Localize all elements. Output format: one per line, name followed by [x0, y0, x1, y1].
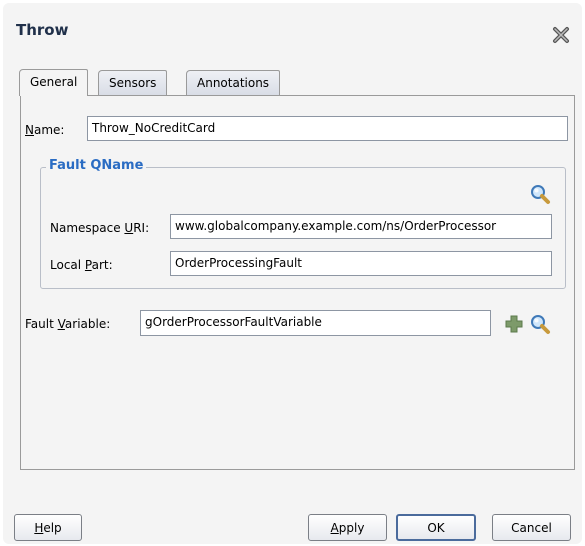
name-label: Name: [25, 123, 65, 137]
help-button[interactable]: Help [14, 514, 82, 541]
fault-qname-title: Fault QName [46, 158, 147, 173]
fault-variable-label: Fault Variable: [25, 317, 111, 331]
fault-variable-input[interactable]: gOrderProcessorFaultVariable [140, 310, 491, 336]
cancel-button[interactable]: Cancel [492, 514, 571, 541]
name-input[interactable]: Throw_NoCreditCard [87, 116, 568, 141]
ok-button[interactable]: OK [396, 514, 476, 541]
magnifier-icon[interactable] [529, 313, 551, 335]
apply-button[interactable]: Apply [308, 514, 387, 541]
dialog-title: Throw [16, 21, 69, 39]
local-part-label: Local Part: [50, 258, 113, 272]
close-icon[interactable] [551, 25, 571, 45]
namespace-uri-label: Namespace URI: [50, 221, 150, 235]
plus-icon[interactable] [503, 313, 525, 335]
magnifier-icon[interactable] [529, 183, 551, 205]
tab-general[interactable]: General [19, 69, 89, 96]
namespace-uri-input[interactable]: www.globalcompany.example.com/ns/OrderPr… [170, 214, 552, 239]
tab-sensors[interactable]: Sensors [98, 70, 168, 95]
throw-dialog: Throw General Sensors Annotations Name: … [3, 3, 582, 544]
local-part-input[interactable]: OrderProcessingFault [170, 251, 552, 276]
tab-annotations[interactable]: Annotations [186, 70, 281, 95]
